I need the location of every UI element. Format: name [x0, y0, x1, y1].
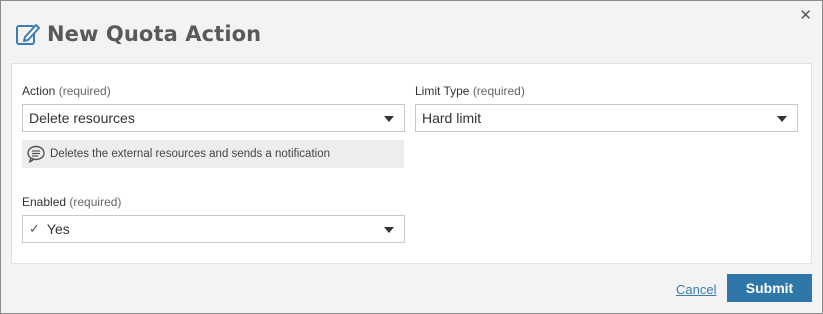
new-quota-action-dialog: New Quota Action ✕ Action (required) Del… [0, 0, 823, 314]
submit-button[interactable]: Submit [727, 274, 812, 302]
enabled-label: Enabled (required) [22, 195, 121, 209]
action-label: Action (required) [22, 84, 111, 98]
enabled-required-text: (required) [69, 195, 122, 209]
edit-pencil-icon [16, 24, 40, 45]
action-hint-text: Deletes the external resources and sends… [50, 148, 330, 160]
enabled-select-value: Yes [46, 221, 70, 237]
action-select[interactable]: Delete resources [22, 104, 405, 132]
limit-type-select[interactable]: Hard limit [415, 104, 798, 132]
action-select-value: Delete resources [29, 110, 135, 126]
checkmark-icon: ✓ [29, 221, 40, 236]
dialog-header: New Quota Action [15, 19, 261, 49]
enabled-select[interactable]: ✓ Yes [22, 215, 405, 243]
chevron-down-icon [384, 116, 394, 122]
action-required-text: (required) [58, 84, 111, 98]
limit-type-label: Limit Type (required) [415, 84, 525, 98]
dialog-title: New Quota Action [47, 22, 262, 46]
limit-type-required-text: (required) [472, 84, 525, 98]
chevron-down-icon [777, 116, 787, 122]
limit-type-label-text: Limit Type [415, 84, 470, 98]
action-label-text: Action [22, 84, 56, 98]
chevron-down-icon [384, 227, 394, 233]
form-panel: Action (required) Delete resources Delet… [11, 63, 812, 264]
cancel-link[interactable]: Cancel [676, 282, 716, 297]
limit-type-select-value: Hard limit [422, 110, 482, 126]
enabled-label-text: Enabled [22, 195, 67, 209]
action-hint: Deletes the external resources and sends… [22, 140, 404, 168]
close-button[interactable]: ✕ [799, 7, 812, 23]
speech-bubble-icon [27, 145, 45, 163]
